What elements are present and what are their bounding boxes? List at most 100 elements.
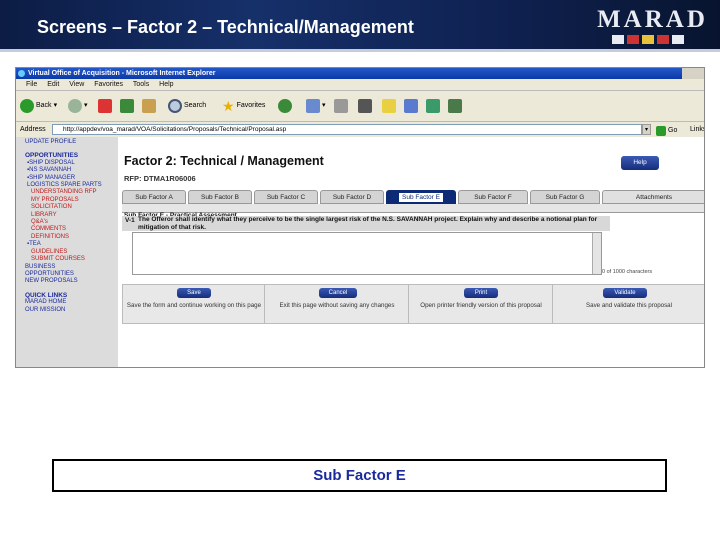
- sidebar-item-submit-courses[interactable]: SUBMIT COURSES: [25, 256, 118, 263]
- sidebar-item-business[interactable]: BUSINESS: [25, 264, 118, 271]
- print-button[interactable]: Print: [464, 288, 498, 298]
- sidebar-item-opportunities[interactable]: OPPORTUNITIES: [25, 271, 118, 278]
- help-button[interactable]: Help: [621, 156, 659, 170]
- menu-view[interactable]: View: [69, 81, 84, 88]
- cancel-desc: Exit this page without saving any change…: [279, 302, 395, 309]
- window-controls[interactable]: [682, 68, 704, 79]
- sidebar-item-tea[interactable]: ▪TEA: [25, 241, 118, 248]
- discuss-icon: [382, 99, 396, 113]
- validate-desc: Save and validate this proposal: [586, 302, 672, 309]
- tools-button[interactable]: [448, 98, 462, 114]
- chevron-down-icon: ▾: [53, 102, 58, 109]
- favorites-button[interactable]: ★ Favorites: [222, 98, 265, 114]
- sidebar-item-guidelines[interactable]: GUIDELINES: [25, 249, 118, 256]
- history-button[interactable]: ▾: [306, 98, 326, 114]
- tab-sub-factor-c[interactable]: Sub Factor C: [254, 190, 318, 204]
- tab-sub-factor-d[interactable]: Sub Factor D: [320, 190, 384, 204]
- tab-attachments[interactable]: Attachments: [602, 190, 704, 204]
- discuss-button[interactable]: [382, 98, 396, 114]
- print-button[interactable]: [334, 98, 348, 114]
- sidebar-item-new-proposals[interactable]: NEW PROPOSALS: [25, 278, 118, 285]
- action-save: Save Save the form and continue working …: [123, 285, 265, 323]
- character-count: 0 of 1000 characters: [602, 269, 653, 275]
- go-arrow-icon: [656, 125, 666, 136]
- sidebar-head-opportunities: OPPORTUNITIES: [25, 152, 79, 160]
- tab-sub-factor-a[interactable]: Sub Factor A: [122, 190, 186, 204]
- save-button[interactable]: Save: [177, 288, 211, 298]
- sidebar-item-ns-savannah[interactable]: ▪NS SAVANNAH: [25, 167, 118, 174]
- sidebar-item-logistics[interactable]: LOGISTICS SPARE PARTS: [25, 182, 118, 189]
- go-button[interactable]: Go: [656, 124, 677, 137]
- menu-file[interactable]: File: [26, 81, 37, 88]
- address-dropdown[interactable]: ▾: [642, 124, 651, 135]
- question-text: The Offeror shall identify what they per…: [138, 216, 598, 231]
- forward-arrow-icon: [68, 99, 82, 113]
- sidebar-item-ship-disposal[interactable]: ▪SHIP DISPOSAL: [25, 160, 118, 167]
- home-icon: [142, 99, 156, 113]
- sidebar-item-definitions[interactable]: DEFINITIONS: [25, 234, 118, 241]
- sidebar-item-my-proposals[interactable]: MY PROPOSALS: [25, 197, 118, 204]
- refresh-icon: [120, 99, 134, 113]
- home-button[interactable]: [142, 98, 156, 114]
- history-icon: [306, 99, 320, 113]
- address-input[interactable]: http://appdev/voa_marad/VOA/Solicitation…: [52, 124, 642, 135]
- forward-button[interactable]: ▾: [68, 98, 88, 114]
- menu-favorites[interactable]: Favorites: [94, 81, 123, 88]
- answer-textarea[interactable]: [132, 232, 602, 275]
- sidebar-item-comments[interactable]: COMMENTS: [25, 226, 118, 233]
- slide-caption: Sub Factor E: [313, 467, 406, 484]
- tab-sub-factor-b[interactable]: Sub Factor B: [188, 190, 252, 204]
- sidebar-item-understanding-rfp[interactable]: UNDERSTANDING RFP: [25, 189, 118, 196]
- sidebar-item-qas[interactable]: Q&A's: [25, 219, 118, 226]
- browser-toolbar: Back ▾ ▾ Search ★ Favorites ▾: [16, 91, 704, 122]
- stop-button[interactable]: [98, 98, 112, 114]
- textarea-scrollbar[interactable]: [592, 233, 601, 274]
- media-button[interactable]: [278, 98, 292, 114]
- messenger-button[interactable]: [404, 98, 418, 114]
- page-title: Factor 2: Technical / Management: [124, 154, 324, 168]
- search-button[interactable]: Search: [168, 98, 206, 114]
- window-titlebar: Virtual Office of Acquisition - Microsof…: [16, 68, 684, 79]
- print-desc: Open printer friendly version of this pr…: [420, 302, 542, 309]
- cancel-button[interactable]: Cancel: [319, 288, 357, 298]
- sidebar-item-library[interactable]: LIBRARY: [25, 212, 118, 219]
- action-bar: Save Save the form and continue working …: [122, 284, 704, 324]
- question-number: V-1: [125, 217, 135, 224]
- star-icon: ★: [222, 98, 235, 114]
- edit-button[interactable]: [358, 98, 372, 114]
- slide-header: Screens – Factor 2 – Technical/Managemen…: [0, 0, 720, 52]
- tab-sub-factor-g[interactable]: Sub Factor G: [530, 190, 600, 204]
- refresh-button[interactable]: [120, 98, 134, 114]
- tab-sub-factor-e[interactable]: Sub Factor E: [386, 190, 456, 204]
- sidebar-item-our-mission[interactable]: OUR MISSION: [25, 307, 118, 314]
- action-cancel: Cancel Exit this page without saving any…: [265, 285, 409, 323]
- search-icon: [168, 99, 182, 113]
- menu-edit[interactable]: Edit: [47, 81, 59, 88]
- page-content: UPDATE PROFILE OPPORTUNITIES ▪SHIP DISPO…: [16, 137, 704, 367]
- tab-bar: Sub Factor A Sub Factor B Sub Factor C S…: [122, 190, 704, 204]
- flag-icon: [672, 35, 684, 44]
- sidebar-item-ship-manager[interactable]: ▪SHIP MANAGER: [25, 175, 118, 182]
- flag-icon: [657, 35, 669, 44]
- sidebar-item-update-profile[interactable]: UPDATE PROFILE: [25, 139, 118, 146]
- links-button[interactable]: Links: [690, 123, 704, 136]
- tab-sub-factor-f[interactable]: Sub Factor F: [458, 190, 528, 204]
- back-button[interactable]: Back ▾: [20, 98, 57, 114]
- validate-button[interactable]: Validate: [603, 288, 647, 298]
- flag-icon: [627, 35, 639, 44]
- panel-header: Sub Factor E - Practical Assessment: [122, 204, 704, 219]
- sidebar: UPDATE PROFILE OPPORTUNITIES ▪SHIP DISPO…: [16, 137, 118, 367]
- sidebar-item-marad-home[interactable]: MARAD HOME: [25, 299, 118, 306]
- research-button[interactable]: [426, 98, 440, 114]
- question-row: V-1 The Offeror shall identify what they…: [122, 216, 610, 231]
- menu-help[interactable]: Help: [159, 81, 173, 88]
- messenger-icon: [404, 99, 418, 113]
- address-bar: Address http://appdev/voa_marad/VOA/Soli…: [16, 123, 704, 137]
- flag-icon: [642, 35, 654, 44]
- back-arrow-icon: [20, 99, 34, 113]
- menu-bar: File Edit View Favorites Tools Help: [16, 79, 704, 91]
- edit-icon: [358, 99, 372, 113]
- header-stripe: [0, 49, 720, 52]
- sidebar-item-solicitation[interactable]: SOLICITATION: [25, 204, 118, 211]
- menu-tools[interactable]: Tools: [133, 81, 149, 88]
